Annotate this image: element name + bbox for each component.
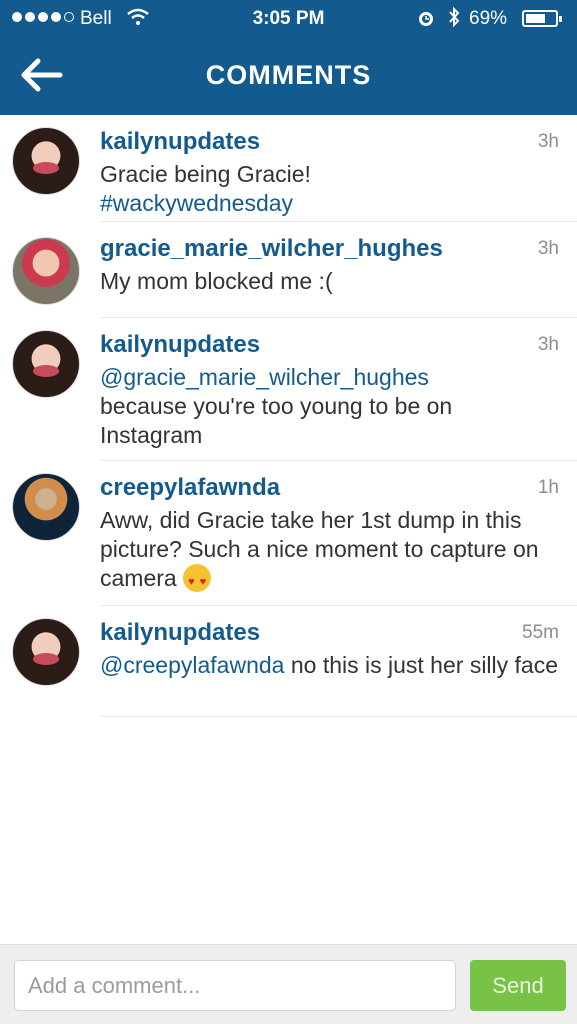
status-bar: Bell 3:05 PM 69% (0, 0, 577, 38)
avatar[interactable] (12, 127, 80, 195)
comment-timestamp: 1h (537, 477, 559, 498)
comment-timestamp: 3h (537, 131, 559, 152)
top-bar: Bell 3:05 PM 69% COMMENTS (0, 0, 577, 115)
comment-mention[interactable]: @creepylafawnda (100, 652, 284, 678)
heart-eyes-emoji-icon (183, 564, 212, 597)
comments-screen: Bell 3:05 PM 69% COMMENTS kailynupdates … (0, 0, 577, 1024)
comment-timestamp: 3h (537, 238, 559, 259)
comment-item: creepylafawnda 1h Aww, did Gracie take h… (0, 461, 577, 606)
comment-hashtag[interactable]: #wackywednesday (100, 190, 293, 216)
comment-body: no this is just her silly face (290, 652, 559, 678)
comment-username[interactable]: kailynupdates (100, 127, 559, 157)
bluetooth-icon (445, 6, 463, 36)
comment-username[interactable]: gracie_marie_wilcher_hughes (100, 234, 559, 264)
comment-body: Gracie being Gracie! (100, 161, 311, 187)
comments-list: kailynupdates 3h Gracie being Gracie! #w… (0, 115, 577, 717)
avatar[interactable] (12, 237, 80, 305)
avatar[interactable] (12, 473, 80, 541)
battery-icon (522, 10, 562, 27)
comment-mention[interactable]: @gracie_marie_wilcher_hughes (100, 364, 429, 390)
comment-body: My mom blocked me :( (100, 268, 333, 294)
comment-text: @creepylafawnda no this is just her sill… (100, 651, 559, 680)
comment-body: Aww, did Gracie take her 1st dump in thi… (100, 507, 539, 591)
comment-username[interactable]: kailynupdates (100, 330, 559, 360)
battery-fill (526, 14, 545, 23)
avatar[interactable] (12, 330, 80, 398)
comment-input-bar: Send (0, 944, 577, 1024)
battery-percentage: 69% (469, 8, 508, 29)
comment-text: My mom blocked me :( (100, 267, 559, 296)
comment-item: kailynupdates 3h Gracie being Gracie! #w… (0, 115, 577, 222)
comment-body: because you're too young to be on Instag… (100, 393, 453, 448)
comment-input[interactable] (14, 960, 456, 1011)
comment-text: @gracie_marie_wilcher_hughes because you… (100, 363, 559, 450)
comment-item: kailynupdates 3h @gracie_marie_wilcher_h… (0, 318, 577, 461)
comment-timestamp: 3h (537, 334, 559, 355)
comment-username[interactable]: kailynupdates (100, 618, 559, 648)
comment-item: kailynupdates 55m @creepylafawnda no thi… (0, 606, 577, 717)
alarm-icon (416, 8, 436, 34)
send-button[interactable]: Send (470, 960, 566, 1011)
comment-text: Aww, did Gracie take her 1st dump in thi… (100, 506, 559, 597)
comment-timestamp: 55m (522, 622, 559, 643)
page-title: COMMENTS (205, 60, 372, 90)
comment-text: Gracie being Gracie! #wackywednesday (100, 160, 559, 218)
comment-username[interactable]: creepylafawnda (100, 473, 559, 503)
avatar[interactable] (12, 618, 80, 686)
comment-item: gracie_marie_wilcher_hughes 3h My mom bl… (0, 222, 577, 318)
